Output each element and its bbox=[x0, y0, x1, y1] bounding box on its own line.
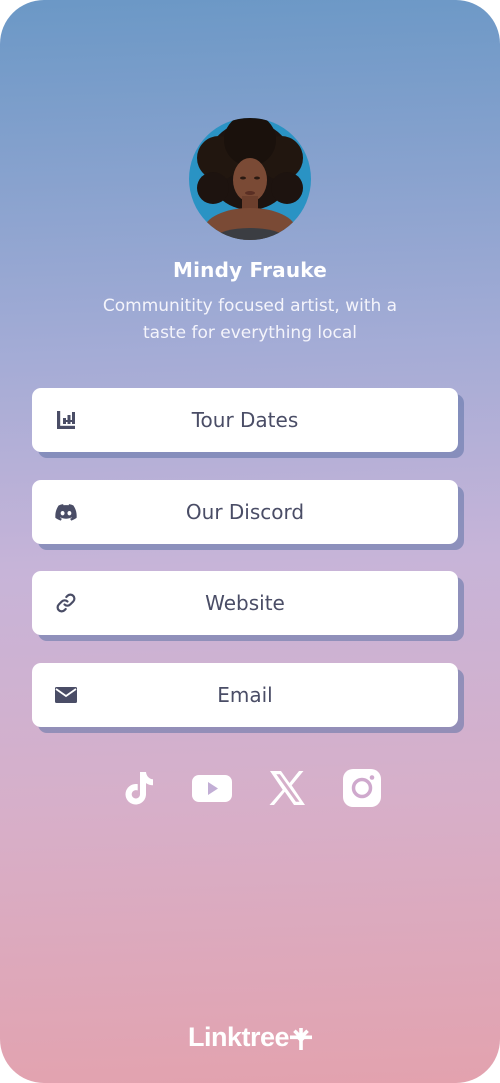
linktree-star-icon bbox=[290, 1026, 313, 1057]
tour-dates-label: Tour Dates bbox=[191, 408, 299, 432]
x-icon[interactable] bbox=[265, 766, 309, 810]
website-label: Website bbox=[205, 591, 285, 615]
tour-dates-button[interactable]: Tour Dates bbox=[32, 388, 458, 452]
discord-label: Our Discord bbox=[185, 500, 305, 524]
youtube-icon[interactable] bbox=[190, 766, 234, 810]
bio-line-2: taste for everything local bbox=[142, 323, 358, 343]
linktree-logo-text: Linktree bbox=[187, 1022, 290, 1052]
email-label: Email bbox=[217, 683, 273, 707]
bio-line-1: Communitity focused artist, with a bbox=[102, 296, 398, 316]
avatar[interactable] bbox=[189, 118, 311, 240]
discord-button[interactable]: Our Discord bbox=[32, 480, 458, 544]
profile-bio: Communitity focused artist, with a taste… bbox=[80, 293, 420, 347]
linktree-logo[interactable]: Linktree bbox=[0, 1022, 500, 1057]
website-button[interactable]: Website bbox=[32, 571, 458, 635]
email-button[interactable]: Email bbox=[32, 663, 458, 727]
profile-name: Mindy Frauke bbox=[172, 258, 328, 282]
tiktok-icon[interactable] bbox=[116, 766, 160, 810]
profile-page: Mindy Frauke Communitity focused artist,… bbox=[0, 0, 500, 1083]
instagram-icon[interactable] bbox=[340, 766, 384, 810]
